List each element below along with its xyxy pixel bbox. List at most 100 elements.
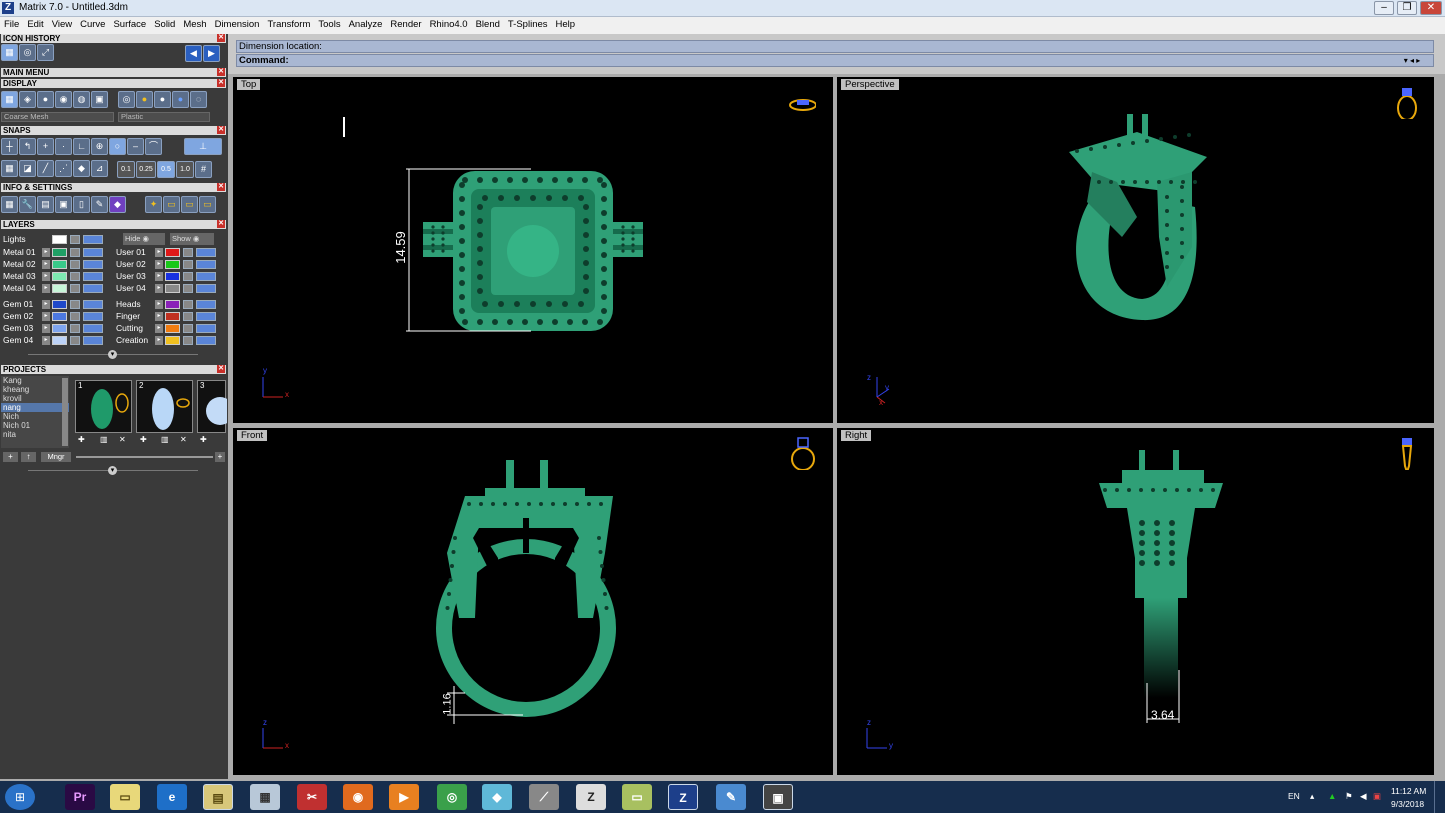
zbrush-icon[interactable]: Z (576, 784, 606, 810)
ghost-icon[interactable]: ◈ (19, 91, 36, 108)
navcube-ring-icon[interactable] (1393, 436, 1421, 470)
layer-arrow-icon[interactable]: ▸ (155, 272, 163, 281)
show-desktop-button[interactable] (1434, 781, 1445, 813)
layer-arrow-icon[interactable]: ▸ (42, 312, 50, 321)
point-snap-icon[interactable]: + (37, 138, 54, 155)
layer-row[interactable]: Gem 01 ▸ (3, 298, 115, 310)
viewport-label-perspective[interactable]: Perspective (841, 79, 899, 90)
layer-arrow-icon[interactable]: ▸ (155, 248, 163, 257)
layer-row[interactable]: Metal 03 ▸ (3, 270, 115, 282)
layer-visibility-toggle[interactable] (196, 260, 216, 269)
layer-visibility-toggle[interactable] (83, 324, 103, 333)
document-icon[interactable]: ▯ (73, 196, 90, 213)
layer-color-swatch[interactable] (165, 284, 180, 293)
network-error-icon[interactable]: ▣ (1373, 791, 1381, 802)
layer-visibility-toggle[interactable] (83, 248, 103, 257)
diamond-icon[interactable]: ◆ (73, 160, 90, 177)
command-input[interactable]: Command: (236, 54, 1434, 67)
layer-toggle[interactable] (83, 235, 103, 244)
folder-icon[interactable]: ▭ (163, 196, 180, 213)
pencil-icon[interactable]: ✎ (91, 196, 108, 213)
viewport-top[interactable]: Top 14.59 y x (233, 77, 833, 423)
project-item[interactable]: Kang (1, 376, 69, 385)
project-thumb-3[interactable]: 3 (197, 380, 234, 433)
layer-arrow-icon[interactable]: ▸ (155, 260, 163, 269)
layer-visibility-toggle[interactable] (196, 248, 216, 257)
menu-tsplines[interactable]: T-Splines (504, 17, 552, 32)
photo-viewer-icon[interactable]: ▣ (763, 784, 793, 810)
add-icon[interactable]: ✚ (78, 435, 85, 444)
layers-icon[interactable]: ▦ (1, 196, 18, 213)
lock-icon[interactable] (183, 336, 193, 345)
collapse-icon[interactable]: ▾ (108, 350, 117, 359)
clock-time[interactable]: 11:12 AM (1391, 786, 1426, 796)
measure-icon[interactable]: ✦ (145, 196, 162, 213)
tan-snap-icon[interactable]: – (127, 138, 144, 155)
menu-mesh[interactable]: Mesh (179, 17, 210, 32)
close-icon[interactable]: ✕ (217, 365, 225, 373)
network-up-icon[interactable]: ▲ (1328, 791, 1336, 801)
snap-value-3[interactable]: 0.5 (157, 161, 175, 178)
layer-row[interactable]: User 01 ▸ (116, 246, 228, 258)
command-nav[interactable]: ▾ ◂ ▸ (1391, 54, 1433, 67)
layer-visibility-toggle[interactable] (196, 300, 216, 309)
manager-button[interactable]: Mngr (41, 452, 71, 462)
lock-icon[interactable] (70, 235, 80, 244)
layer-color-swatch[interactable] (52, 300, 67, 309)
snap-value-2[interactable]: 0.25 (136, 161, 156, 178)
layer-row[interactable]: Heads ▸ (116, 298, 228, 310)
silver-ball-icon[interactable]: ● (154, 91, 171, 108)
layer-row[interactable]: Metal 02 ▸ (3, 258, 115, 270)
lock-icon[interactable] (70, 248, 80, 257)
shaded-icon[interactable]: ● (37, 91, 54, 108)
layer-row[interactable]: User 02 ▸ (116, 258, 228, 270)
viewport-label-top[interactable]: Top (237, 79, 261, 90)
close-icon[interactable]: ✕ (217, 183, 225, 191)
menu-solid[interactable]: Solid (150, 17, 179, 32)
menu-dimension[interactable]: Dimension (211, 17, 264, 32)
grid-snap-icon[interactable]: ▦ (1, 160, 18, 177)
history-icon-3[interactable]: ⤢ (37, 44, 54, 61)
media-player-icon[interactable]: ▶ (389, 784, 419, 810)
wrench-icon[interactable]: 🔧 (19, 196, 36, 213)
layer-visibility-toggle[interactable] (83, 336, 103, 345)
lock-icon[interactable] (70, 260, 80, 269)
project-icon[interactable]: ⊿ (91, 160, 108, 177)
layer-arrow-icon[interactable]: ▸ (42, 336, 50, 345)
quad-snap-icon[interactable]: ⌒ (145, 138, 162, 155)
volume-icon[interactable]: ◀ (1360, 791, 1367, 802)
layer-arrow-icon[interactable]: ▸ (155, 324, 163, 333)
snap-value-4[interactable]: 1.0 (176, 161, 194, 178)
menu-blend[interactable]: Blend (472, 17, 504, 32)
menu-analyze[interactable]: Analyze (345, 17, 387, 32)
lock-icon[interactable] (183, 312, 193, 321)
delete-icon[interactable]: ✕ (119, 435, 126, 444)
paint-icon[interactable]: ✎ (716, 784, 746, 810)
viewport-label-right[interactable]: Right (841, 430, 872, 441)
viewport-right[interactable]: Right 3.64 z y (837, 428, 1434, 775)
mesh-select[interactable]: Coarse Mesh (1, 112, 114, 122)
render-icon[interactable]: ◉ (55, 91, 72, 108)
clock-date[interactable]: 9/3/2018 (1391, 799, 1424, 809)
lock-icon[interactable] (70, 272, 80, 281)
blue-ball-icon[interactable]: ● (172, 91, 189, 108)
thumb-slider[interactable] (76, 456, 213, 458)
layer-arrow-icon[interactable]: ▸ (155, 336, 163, 345)
lock-icon[interactable] (70, 300, 80, 309)
layer-arrow-icon[interactable]: ▸ (42, 272, 50, 281)
layer-color-swatch[interactable] (165, 300, 180, 309)
layer-arrow-icon[interactable]: ▸ (42, 260, 50, 269)
chrome-icon[interactable]: ◎ (437, 784, 467, 810)
premiere-pro-icon[interactable]: Pr (65, 784, 95, 810)
layer-row[interactable]: User 03 ▸ (116, 270, 228, 282)
layer-row[interactable]: Finger ▸ (116, 310, 228, 322)
cen-snap-icon[interactable]: ∟ (73, 138, 90, 155)
layer-color-swatch[interactable] (52, 260, 67, 269)
layer-color-swatch[interactable] (52, 336, 67, 345)
show-button[interactable]: Show ◉ (170, 233, 214, 245)
glass-ball-icon[interactable]: ◌ (190, 91, 207, 108)
internet-explorer-icon[interactable]: e (157, 784, 187, 810)
menu-transform[interactable]: Transform (263, 17, 314, 32)
layer-visibility-toggle[interactable] (196, 312, 216, 321)
menu-render[interactable]: Render (386, 17, 425, 32)
